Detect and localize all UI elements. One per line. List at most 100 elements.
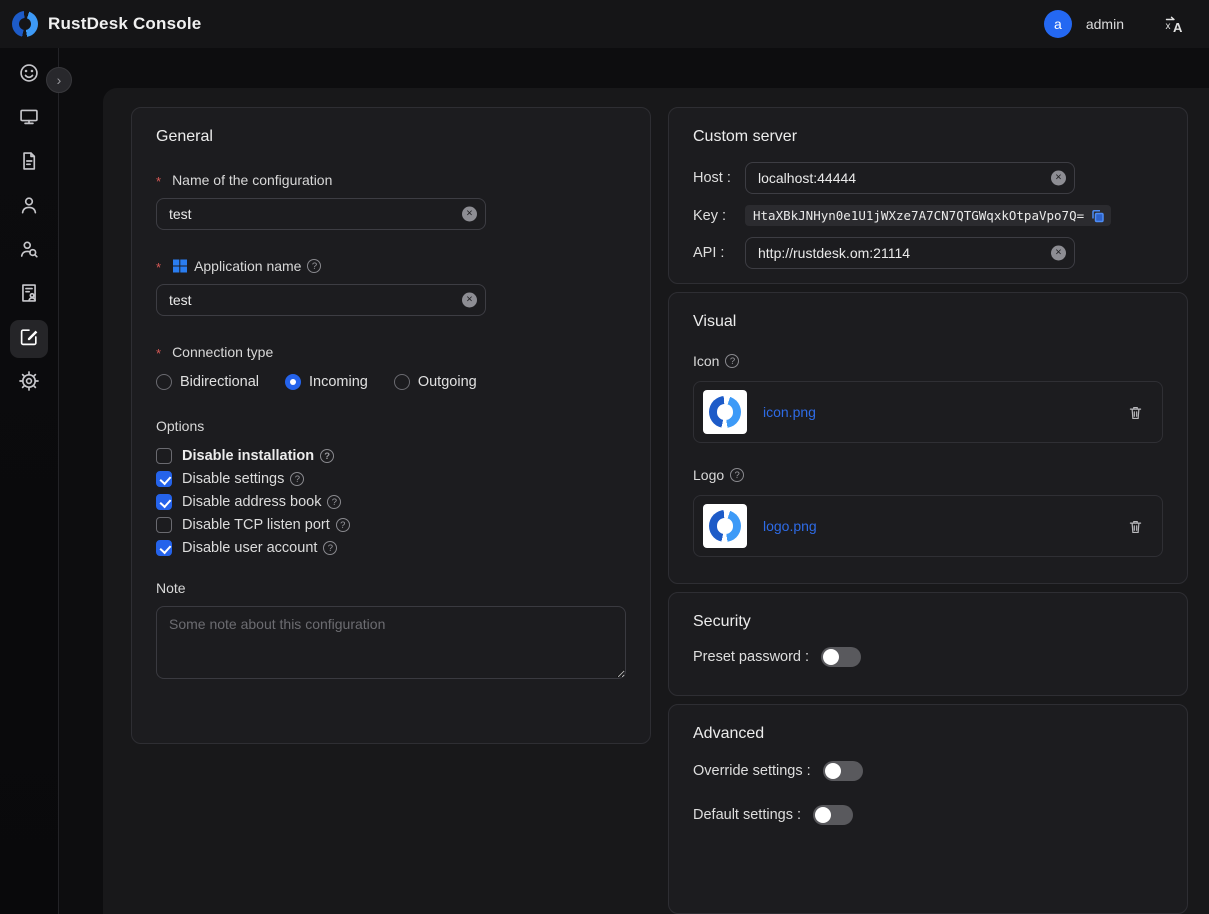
general-title: General [156,128,626,146]
radio-label: Incoming [309,374,368,390]
trash-icon[interactable] [1127,404,1144,421]
key-row: Key : HtaXBkJNHyn0e1U1jWXze7A7CN7QTGWqxk… [693,205,1163,226]
api-input[interactable] [745,237,1075,269]
default-settings-toggle[interactable] [813,805,853,825]
visual-title: Visual [693,313,1163,331]
trash-icon[interactable] [1127,518,1144,535]
clear-host-icon[interactable] [1051,171,1066,186]
icon-thumbnail [703,390,747,434]
logo-label: Logo [693,467,724,483]
smile-icon [18,62,40,89]
option-disable-settings: Disable settings [156,471,626,487]
radio-incoming[interactable]: Incoming [285,374,368,390]
checkbox[interactable] [156,448,172,464]
note-textarea[interactable] [156,606,626,679]
help-icon[interactable] [336,518,350,532]
sidebar-item-address-books[interactable] [10,276,48,314]
main-content: General * Name of the configuration * [59,48,1209,914]
checkbox[interactable] [156,517,172,533]
name-input[interactable] [156,198,486,230]
help-icon[interactable] [725,354,739,368]
logo-file-row: logo.png [693,495,1163,557]
override-settings-toggle[interactable] [823,761,863,781]
option-disable-address-book: Disable address book [156,494,626,510]
checkbox[interactable] [156,471,172,487]
sidebar-item-groups[interactable] [10,232,48,270]
username[interactable]: admin [1086,16,1124,32]
help-icon[interactable] [290,472,304,486]
default-settings-row: Default settings : [693,805,1163,825]
checkbox[interactable] [156,540,172,556]
custom-server-card: Custom server Host : Key : HtaXBkJNHyn0e… [668,107,1188,284]
document-user-icon [18,282,40,309]
icon-label: Icon [693,353,719,369]
help-icon[interactable] [730,468,744,482]
svg-text:x: x [1166,21,1171,32]
host-input[interactable] [745,162,1075,194]
rustdesk-logo-icon [709,396,741,428]
help-icon[interactable] [307,259,321,273]
app-name-label: Application name [194,258,301,274]
app-title: RustDesk Console [48,14,201,34]
brand: RustDesk Console [12,11,201,37]
name-label: Name of the configuration [172,172,332,188]
clear-api-icon[interactable] [1051,246,1066,261]
option-label: Disable TCP listen port [182,517,330,533]
rustdesk-logo-icon [12,11,38,37]
clear-app-name-icon[interactable] [462,293,477,308]
edit-icon [18,326,40,353]
sidebar-item-devices[interactable] [10,100,48,138]
override-settings-label: Override settings : [693,763,811,779]
radio-bidirectional[interactable]: Bidirectional [156,374,259,390]
sidebar-item-dashboard[interactable] [10,56,48,94]
sidebar-item-users[interactable] [10,188,48,226]
host-label: Host : [693,170,745,186]
key-value: HtaXBkJNHyn0e1U1jWXze7A7CN7QTGWqxkOtpaVp… [753,208,1084,223]
help-icon[interactable] [320,449,334,463]
option-label: Disable installation [182,448,314,464]
note-label: Note [156,580,626,596]
sidebar-collapse-button[interactable]: › [46,67,72,93]
option-label: Disable user account [182,540,317,556]
connection-type-label: Connection type [172,344,273,360]
gear-icon [18,370,40,397]
option-disable-user-account: Disable user account [156,540,626,556]
logo-file-link[interactable]: logo.png [763,518,817,534]
radio-label: Outgoing [418,374,477,390]
host-row: Host : [693,162,1163,194]
help-icon[interactable] [327,495,341,509]
translate-icon[interactable]: x A [1164,14,1185,35]
clear-name-icon[interactable] [462,207,477,222]
options-list: Disable installation Disable settings [156,448,626,556]
sidebar [0,48,59,914]
sidebar-item-audit[interactable] [10,144,48,182]
radio-outgoing[interactable]: Outgoing [394,374,477,390]
top-bar: RustDesk Console a admin x A [0,0,1209,48]
custom-server-title: Custom server [693,128,1163,146]
default-settings-label: Default settings : [693,807,801,823]
sidebar-item-custom-clients[interactable] [10,320,48,358]
radio-dot [285,374,301,390]
security-title: Security [693,613,1163,631]
key-label: Key : [693,208,745,224]
radio-dot [156,374,172,390]
required-asterisk: * [156,346,161,361]
preset-password-toggle[interactable] [821,647,861,667]
logo-thumbnail [703,504,747,548]
icon-file-link[interactable]: icon.png [763,404,816,420]
content-panel: General * Name of the configuration * [103,88,1209,914]
sidebar-item-settings[interactable] [10,364,48,402]
options-label: Options [156,418,626,434]
icon-file-row: icon.png [693,381,1163,443]
user-search-icon [18,238,40,265]
avatar[interactable]: a [1044,10,1072,38]
windows-icon [172,258,188,274]
security-card: Security Preset password : [668,592,1188,696]
copy-icon[interactable] [1091,209,1105,223]
option-label: Disable address book [182,494,321,510]
help-icon[interactable] [323,541,337,555]
option-label: Disable settings [182,471,284,487]
app-name-input[interactable] [156,284,486,316]
general-card: General * Name of the configuration * [131,107,651,744]
checkbox[interactable] [156,494,172,510]
